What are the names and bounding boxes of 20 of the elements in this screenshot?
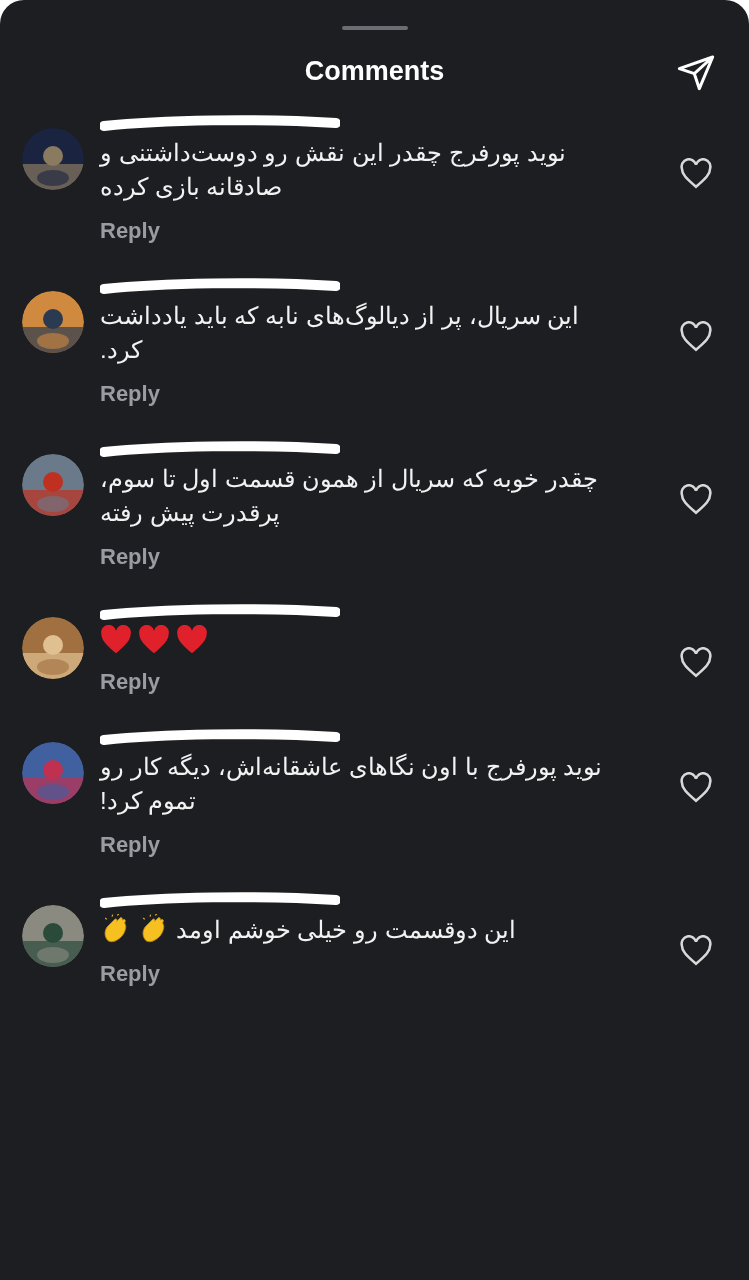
comment-text: چقدر خوبه که سریال از همون قسمت اول تا سوم، پرقدرت پیش رفته: [100, 464, 599, 529]
heart-icon[interactable]: [679, 158, 713, 190]
reply-link[interactable]: Reply: [100, 957, 160, 990]
drag-handle[interactable]: [341, 26, 408, 30]
reply-link[interactable]: Reply: [100, 377, 160, 410]
comment-text: نوید پورفرج چقدر این نقش رو دوست‌داشتنی و صادقانه بازی کرده: [100, 138, 567, 203]
comment-text: این دوقسمت رو خیلی خوشم اومد: [176, 915, 517, 946]
heart-icon[interactable]: [679, 647, 713, 679]
reply-link[interactable]: Reply: [100, 540, 160, 573]
reply-link[interactable]: Reply: [100, 214, 160, 247]
comment-text: این سریال، پر از دیالوگ‌های نابه که باید یادداشت کرد.: [100, 301, 581, 366]
heart-icon[interactable]: [679, 935, 713, 967]
sheet-title: Comments: [304, 54, 445, 88]
heart-icon[interactable]: [679, 484, 713, 516]
reply-link[interactable]: Reply: [100, 828, 160, 861]
comment-text: نوید پورفرج با اون نگاهای عاشقانه‌اش، دیگه کار رو تموم کرد!: [100, 752, 604, 817]
heart-icon[interactable]: [679, 321, 713, 353]
send-icon[interactable]: [675, 52, 717, 92]
reply-link[interactable]: Reply: [100, 665, 160, 698]
heart-icon[interactable]: [679, 772, 713, 804]
